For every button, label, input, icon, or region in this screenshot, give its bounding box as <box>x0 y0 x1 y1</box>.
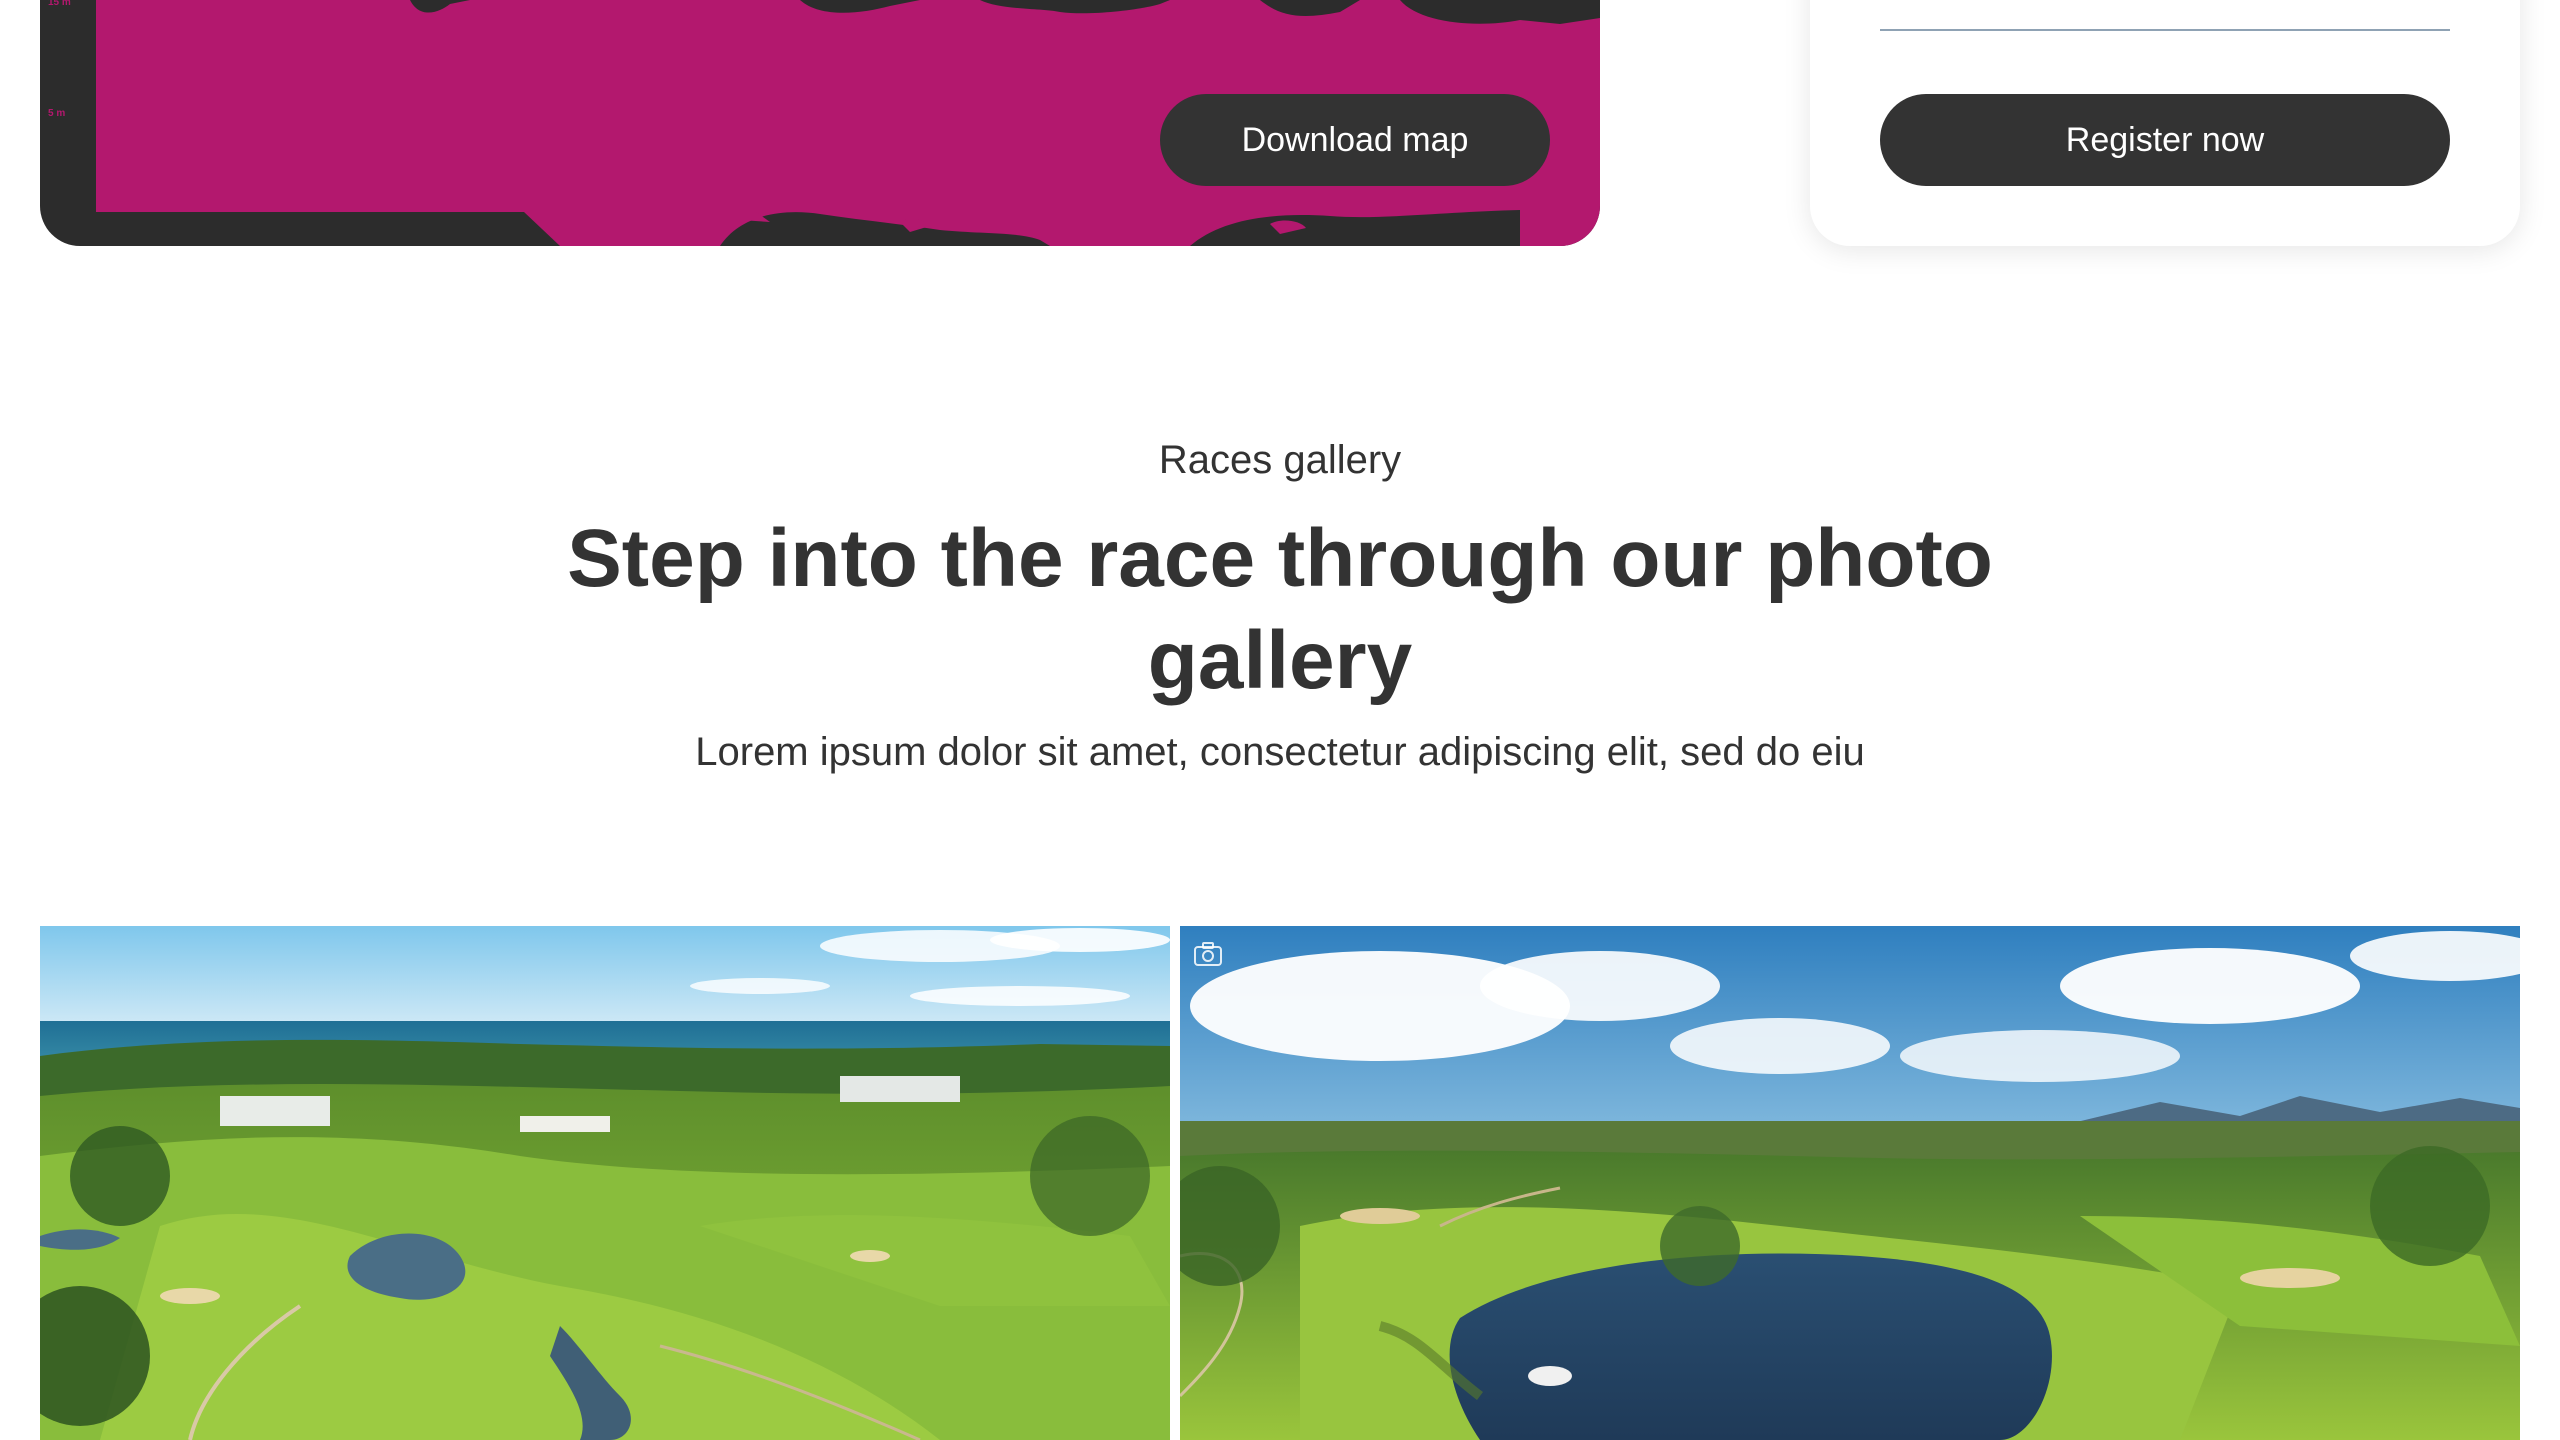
download-map-button[interactable]: Download map <box>1160 94 1550 186</box>
elevation-tick-15m: 15 m <box>48 0 71 8</box>
aerial-golf-pond-image <box>1180 926 2520 1440</box>
gallery-subtext: Lorem ipsum dolor sit amet, consectetur … <box>695 730 1865 774</box>
course-map-card: 15 m 5 m Download map <box>40 0 1600 246</box>
register-now-button[interactable]: Register now <box>1880 94 2450 186</box>
registration-input[interactable] <box>1880 0 2450 31</box>
aerial-golf-coast-image <box>40 926 1170 1440</box>
camera-icon <box>1194 942 1222 966</box>
gallery-photo-1[interactable] <box>40 926 1170 1440</box>
elevation-tick-5m: 5 m <box>48 108 66 119</box>
registration-card: Register now <box>1810 0 2520 246</box>
gallery-eyebrow: Races gallery <box>1158 438 1402 482</box>
gallery-photo-2[interactable] <box>1180 926 2520 1440</box>
gallery-headline: Step into the race through our photo gal… <box>567 513 1993 706</box>
